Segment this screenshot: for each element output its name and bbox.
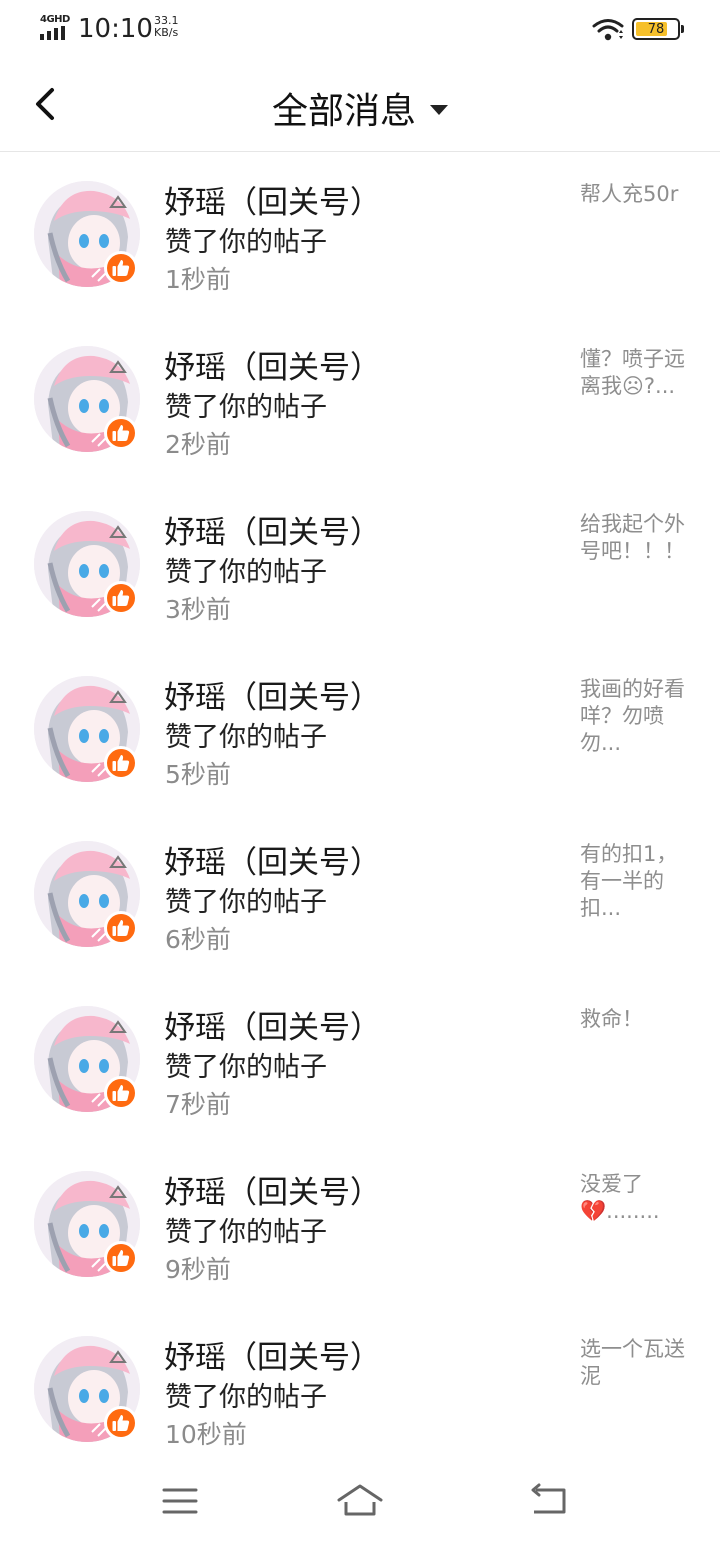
avatar-wrap[interactable]	[34, 346, 140, 452]
user-name[interactable]: 妤瑶（回关号）	[164, 1332, 381, 1377]
notification-time: 3秒前	[165, 595, 231, 624]
like-badge	[104, 251, 138, 285]
caret-down-icon	[430, 105, 448, 115]
notification-item[interactable]: 妤瑶（回关号） 赞了你的帖子 6秒前 有的扣1，有一半的扣...	[0, 813, 720, 978]
post-snippet[interactable]: 懂？喷子远离我☹?...	[580, 346, 690, 400]
notification-time: 9秒前	[165, 1255, 231, 1284]
page-title: 全部消息	[271, 91, 416, 132]
post-snippet[interactable]: 帮人充50r	[580, 181, 690, 208]
notification-action: 赞了你的帖子	[165, 1052, 327, 1083]
avatar-wrap[interactable]	[34, 1336, 140, 1442]
battery-level: 78	[647, 21, 665, 37]
title-dropdown[interactable]: 全部消息	[0, 82, 720, 134]
notification-action: 赞了你的帖子	[165, 722, 327, 753]
cellular-signal-icon: 4GHD	[40, 14, 72, 40]
post-snippet[interactable]: 没爱了💔........	[580, 1171, 690, 1225]
notification-time: 10秒前	[165, 1420, 247, 1449]
post-snippet[interactable]: 给我起个外号吧！！！	[580, 511, 690, 565]
notification-time: 1秒前	[165, 265, 231, 294]
notification-time: 2秒前	[165, 430, 231, 459]
notification-item[interactable]: 妤瑶（回关号） 赞了你的帖子 9秒前 没爱了💔........	[0, 1143, 720, 1308]
like-badge	[104, 581, 138, 615]
status-bar: 4GHD 10:10 33.1 KB/s 78	[0, 0, 720, 60]
notification-time: 7秒前	[165, 1090, 231, 1119]
user-name[interactable]: 妤瑶（回关号）	[164, 507, 381, 552]
user-name[interactable]: 妤瑶（回关号）	[164, 672, 381, 717]
return-icon[interactable]	[524, 1480, 574, 1520]
notification-item[interactable]: 妤瑶（回关号） 赞了你的帖子 10秒前 选一个瓦送泥	[0, 1308, 720, 1473]
post-snippet[interactable]: 有的扣1，有一半的扣...	[580, 841, 690, 922]
system-nav-bar	[0, 1466, 720, 1544]
user-name[interactable]: 妤瑶（回关号）	[164, 1002, 381, 1047]
notification-item[interactable]: 妤瑶（回关号） 赞了你的帖子 5秒前 我画的好看咩？勿喷勿...	[0, 648, 720, 813]
avatar-wrap[interactable]	[34, 511, 140, 617]
network-speed-unit: KB/s	[154, 26, 179, 39]
user-name[interactable]: 妤瑶（回关号）	[164, 177, 381, 222]
avatar-wrap[interactable]	[34, 1171, 140, 1277]
like-badge	[104, 1241, 138, 1275]
user-name[interactable]: 妤瑶（回关号）	[164, 342, 381, 387]
post-snippet[interactable]: 救命！	[580, 1006, 690, 1033]
network-speed: 33.1 KB/s	[154, 15, 179, 39]
thumbs-up-icon	[112, 260, 130, 276]
avatar-wrap[interactable]	[34, 181, 140, 287]
avatar-wrap[interactable]	[34, 1006, 140, 1112]
post-snippet[interactable]: 选一个瓦送泥	[580, 1336, 690, 1390]
header: 全部消息	[0, 60, 720, 152]
notification-action: 赞了你的帖子	[165, 887, 327, 918]
notification-list: 妤瑶（回关号） 赞了你的帖子 1秒前 帮人充50r 妤瑶（回关号） 赞了你的帖子…	[0, 153, 720, 1473]
notification-action: 赞了你的帖子	[165, 392, 327, 423]
notification-item[interactable]: 妤瑶（回关号） 赞了你的帖子 2秒前 懂？喷子远离我☹?...	[0, 318, 720, 483]
thumbs-up-icon	[112, 920, 130, 936]
notification-action: 赞了你的帖子	[165, 227, 327, 258]
user-name[interactable]: 妤瑶（回关号）	[164, 1167, 381, 1212]
like-badge	[104, 911, 138, 945]
post-snippet[interactable]: 我画的好看咩？勿喷勿...	[580, 676, 690, 757]
like-badge	[104, 746, 138, 780]
notification-time: 6秒前	[165, 925, 231, 954]
notification-item[interactable]: 妤瑶（回关号） 赞了你的帖子 3秒前 给我起个外号吧！！！	[0, 483, 720, 648]
thumbs-up-icon	[112, 1085, 130, 1101]
like-badge	[104, 1406, 138, 1440]
home-icon[interactable]	[335, 1480, 385, 1520]
thumbs-up-icon	[112, 590, 130, 606]
thumbs-up-icon	[112, 1415, 130, 1431]
like-badge	[104, 1076, 138, 1110]
notification-item[interactable]: 妤瑶（回关号） 赞了你的帖子 7秒前 救命！	[0, 978, 720, 1143]
notification-action: 赞了你的帖子	[165, 557, 327, 588]
network-type: 4GHD	[40, 14, 70, 25]
like-badge	[104, 416, 138, 450]
notification-time: 5秒前	[165, 760, 231, 789]
notification-action: 赞了你的帖子	[165, 1217, 327, 1248]
thumbs-up-icon	[112, 1250, 130, 1266]
status-time: 10:10	[78, 14, 153, 44]
thumbs-up-icon	[112, 755, 130, 771]
avatar-wrap[interactable]	[34, 841, 140, 947]
notification-action: 赞了你的帖子	[165, 1382, 327, 1413]
notification-item[interactable]: 妤瑶（回关号） 赞了你的帖子 1秒前 帮人充50r	[0, 153, 720, 318]
avatar-wrap[interactable]	[34, 676, 140, 782]
wifi-icon	[592, 19, 624, 41]
menu-icon[interactable]	[155, 1480, 205, 1520]
user-name[interactable]: 妤瑶（回关号）	[164, 837, 381, 882]
battery-icon: 78	[632, 18, 684, 40]
thumbs-up-icon	[112, 425, 130, 441]
